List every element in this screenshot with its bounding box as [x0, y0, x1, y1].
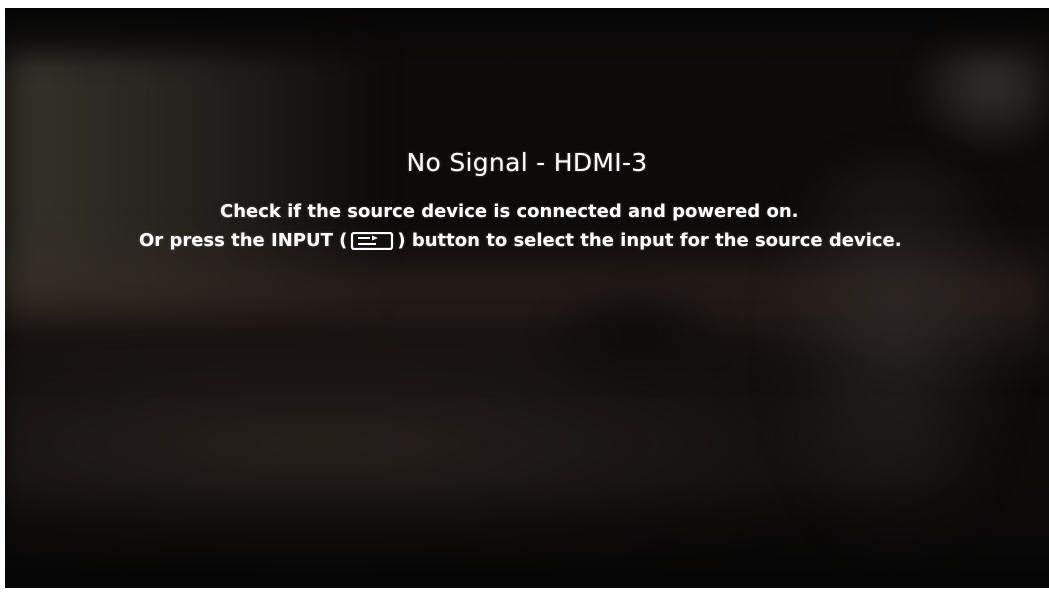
photo-frame: No Signal - HDMI-3 Check if the source d…	[0, 0, 1049, 594]
press-input-prefix: Or press the INPUT (	[139, 230, 348, 251]
no-signal-message: No Signal - HDMI-3 Check if the source d…	[5, 8, 1049, 588]
press-input-message: Or press the INPUT ( ) button to select …	[139, 230, 902, 251]
input-source-icon	[350, 231, 394, 250]
check-connection-message: Check if the source device is connected …	[220, 201, 799, 222]
no-signal-title: No Signal - HDMI-3	[406, 148, 648, 177]
tv-screen: No Signal - HDMI-3 Check if the source d…	[5, 8, 1049, 588]
press-input-suffix: ) button to select the input for the sou…	[397, 230, 902, 251]
